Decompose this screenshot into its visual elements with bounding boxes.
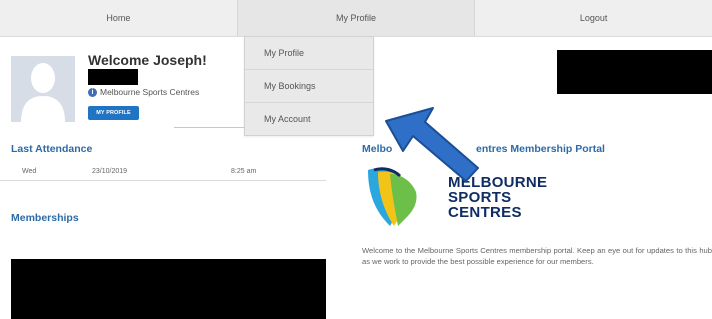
logo-line-3: CENTRES: [448, 204, 522, 221]
portal-title-right: entres Membership Portal: [476, 143, 605, 155]
my-profile-button[interactable]: MY PROFILE: [88, 106, 139, 120]
logo-line-1: MELBOURNE: [448, 174, 548, 191]
top-nav: Home My Profile Logout: [0, 0, 712, 37]
dropdown-my-profile[interactable]: My Profile: [245, 37, 373, 70]
info-icon: i: [88, 87, 97, 97]
dropdown-my-bookings[interactable]: My Bookings: [245, 70, 373, 103]
redacted-memberships: [11, 259, 326, 319]
avatar-placeholder-icon: [11, 56, 75, 122]
redacted-name: [88, 69, 138, 85]
memberships-title: Memberships: [11, 212, 79, 224]
attendance-row: Wed 23/10/2019 8:25 am: [0, 162, 326, 181]
org-line: i Melbourne Sports Centres: [88, 87, 199, 97]
attendance-time: 8:25 am: [231, 168, 257, 175]
divider: [174, 127, 244, 128]
profile-dropdown: My Profile My Bookings My Account: [244, 36, 374, 136]
nav-logout[interactable]: Logout: [475, 0, 712, 36]
redacted-block-top-right: [557, 50, 712, 94]
attendance-day: Wed: [22, 168, 37, 175]
welcome-heading: Welcome Joseph!: [88, 52, 207, 68]
avatar: [11, 56, 75, 122]
nav-my-profile[interactable]: My Profile: [237, 0, 476, 36]
melbourne-sports-centres-logo-icon: [368, 167, 417, 226]
nav-home[interactable]: Home: [0, 0, 238, 36]
org-name: Melbourne Sports Centres: [100, 87, 200, 97]
portal-title-left: Melbo: [362, 143, 393, 155]
portal-description: Welcome to the Melbourne Sports Centres …: [362, 246, 712, 266]
logo-text: MELBOURNE SPORTS CENTRES: [448, 175, 547, 220]
dropdown-my-account[interactable]: My Account: [245, 103, 373, 135]
last-attendance-title: Last Attendance: [11, 143, 93, 155]
attendance-date: 23/10/2019: [92, 168, 128, 175]
logo-line-2: SPORTS: [448, 189, 512, 206]
